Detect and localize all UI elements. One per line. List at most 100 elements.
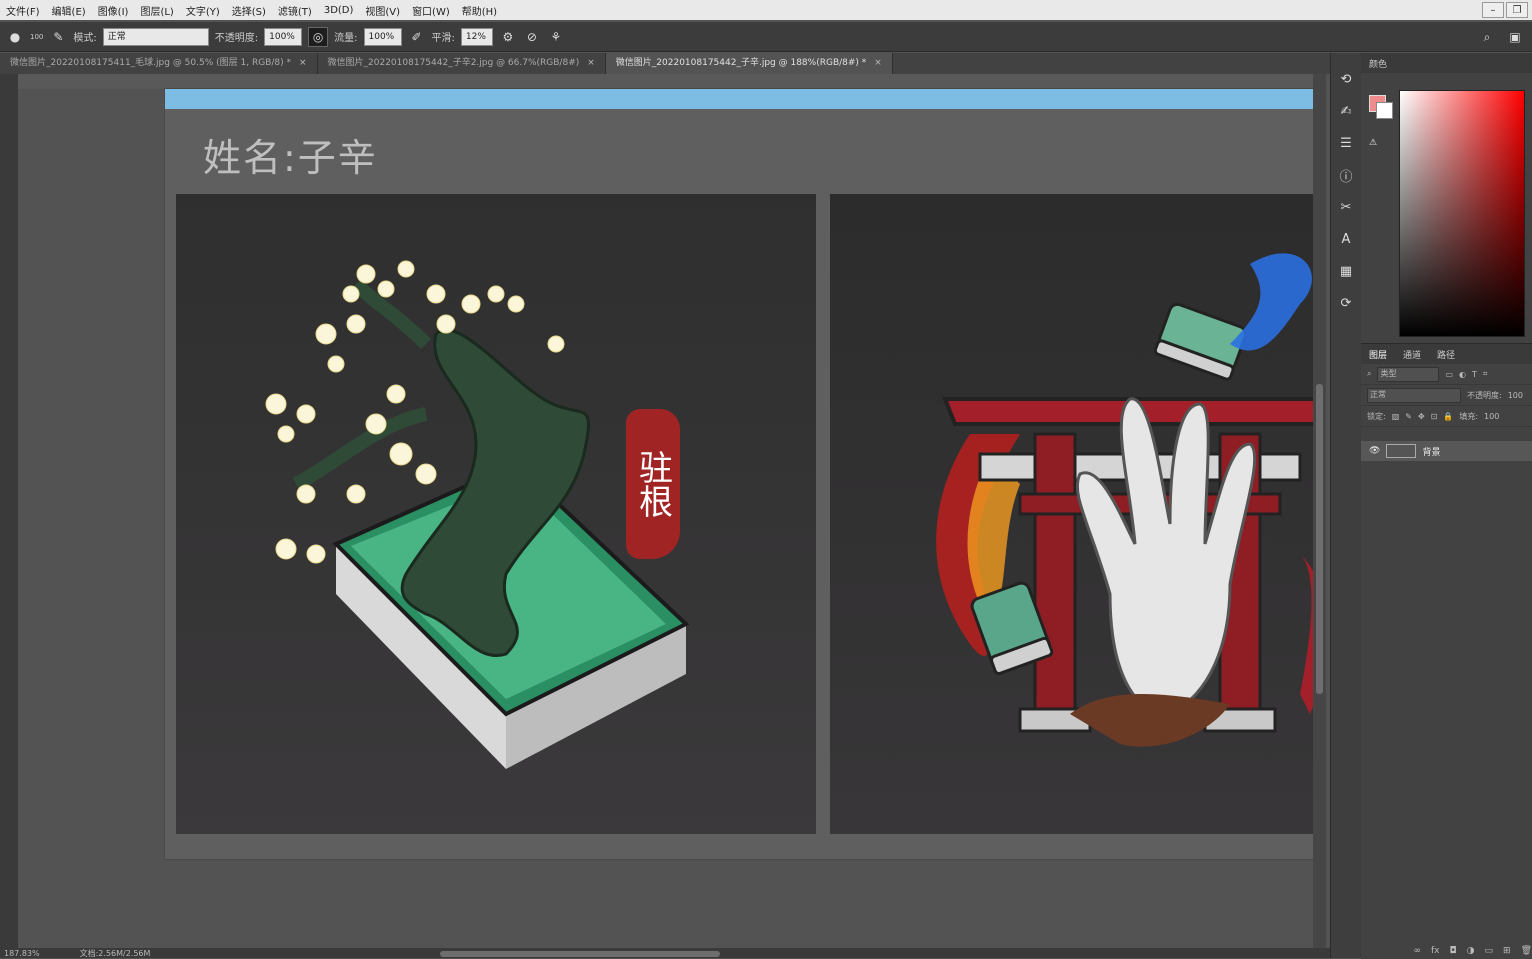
layer-opacity-label: 不透明度: — [1467, 390, 1502, 400]
brush-panel-icon[interactable]: ✎ — [49, 28, 67, 46]
gear-icon[interactable]: ⚙ — [499, 28, 517, 46]
history-icon[interactable]: ⟲ — [1331, 63, 1361, 95]
airbrush-icon[interactable]: ✐ — [408, 28, 426, 46]
vertical-ruler — [0, 74, 19, 950]
vertical-scrollbar[interactable] — [1313, 74, 1326, 950]
layers-panel: 图层 通道 路径 ⌕ 类型 ▭ ◐ T ⌗ 正常 不透明度: 100 锁定: ▨… — [1361, 343, 1532, 959]
scroll-thumb[interactable] — [1316, 384, 1323, 694]
menu-view[interactable]: 视图(V) — [359, 3, 406, 18]
background-color-swatch[interactable] — [1376, 102, 1393, 119]
adjustments-icon[interactable]: ☰ — [1331, 127, 1361, 159]
menu-filter[interactable]: 滤镜(T) — [272, 3, 318, 18]
tab-color[interactable]: 颜色 — [1369, 57, 1387, 70]
zoom-level[interactable]: 187.83% — [4, 949, 40, 958]
menu-file[interactable]: 文件(F) — [0, 3, 46, 18]
artwork-plum-blossom-tile: 驻根 — [176, 194, 816, 834]
brush-size-value[interactable]: 100 — [30, 33, 43, 41]
filter-pixel-icon[interactable]: ▭ — [1445, 370, 1453, 379]
name-title: 姓名:子辛 — [203, 136, 378, 180]
document-size: 文档:2.56M/2.56M — [79, 948, 151, 958]
blend-mode-select[interactable]: 正常 — [1367, 387, 1461, 403]
pressure-opacity-icon[interactable]: ◎ — [308, 26, 329, 47]
document-tab-active[interactable]: 微信图片_20220108175442_子辛.jpg @ 188%(RGB/8#… — [605, 53, 893, 74]
flow-input[interactable]: 100% — [363, 27, 402, 46]
close-icon[interactable]: × — [587, 58, 595, 68]
group-icon[interactable]: ▭ — [1485, 946, 1494, 956]
menu-edit[interactable]: 编辑(E) — [46, 3, 92, 18]
lock-transparent-icon[interactable]: ▨ — [1392, 412, 1400, 421]
menu-select[interactable]: 选择(S) — [226, 3, 272, 18]
document-canvas[interactable]: 姓名:子辛 驻根 — [165, 89, 1313, 859]
libraries-icon[interactable]: ⟳ — [1331, 287, 1361, 319]
filter-adjust-icon[interactable]: ◐ — [1459, 370, 1466, 379]
minimize-icon[interactable]: – — [1482, 2, 1504, 18]
opacity-label: 不透明度: — [214, 33, 259, 44]
document-tabs: 微信图片_20220108175411_毛球.jpg @ 50.5% (图层 1… — [0, 53, 1330, 74]
search-icon[interactable]: ⌕ — [1478, 28, 1496, 46]
mode-select[interactable]: 正常 — [102, 27, 209, 46]
fill-value[interactable]: 100 — [1484, 412, 1499, 421]
menu-image[interactable]: 图像(I) — [92, 3, 135, 18]
seal-stamp: 驻根 — [626, 409, 680, 559]
close-icon[interactable]: × — [874, 58, 882, 68]
tab-paths[interactable]: 路径 — [1437, 348, 1455, 361]
artwork-illustration-1 — [265, 260, 690, 769]
tab-channels[interactable]: 通道 — [1403, 348, 1421, 361]
filter-shape-icon[interactable]: ⌗ — [1483, 369, 1488, 379]
smooth-label: 平滑: — [431, 33, 455, 44]
brush-preset-icon[interactable]: ● — [6, 28, 24, 46]
lock-all-icon[interactable]: 🔒 — [1443, 412, 1453, 421]
visibility-eye-icon[interactable]: 👁 — [1369, 446, 1380, 456]
lock-paint-icon[interactable]: ✎ — [1405, 412, 1412, 421]
right-panel: 颜色 ⚠ 图层 通道 路径 ⌕ 类型 ▭ ◐ T ⌗ 正常 不透明度: 100 … — [1361, 53, 1532, 959]
artwork-illustration-2 — [936, 253, 1313, 747]
opacity-input[interactable]: 100% — [264, 27, 303, 46]
tab-layers[interactable]: 图层 — [1369, 348, 1387, 361]
menu-3d[interactable]: 3D(D) — [318, 5, 360, 16]
search-icon: ⌕ — [1367, 369, 1372, 378]
info-icon[interactable]: ⓘ — [1331, 159, 1361, 191]
menu-help[interactable]: 帮助(H) — [456, 3, 503, 18]
fill-label: 填充: — [1459, 411, 1479, 421]
flow-label: 流量: — [334, 33, 358, 44]
fx-icon[interactable]: fx — [1431, 946, 1440, 956]
menu-type[interactable]: 文字(Y) — [180, 3, 226, 18]
color-panel-tabs: 颜色 — [1361, 53, 1532, 73]
tool-presets-icon[interactable]: ✂ — [1331, 191, 1361, 223]
horizontal-scroll-thumb[interactable] — [440, 951, 720, 957]
artwork-torii-hand — [830, 194, 1313, 834]
lock-artboard-icon[interactable]: ⊡ — [1431, 412, 1438, 421]
horizontal-ruler — [18, 74, 1313, 89]
menu-window[interactable]: 窗口(W) — [406, 3, 456, 18]
workspace-icon[interactable]: ▣ — [1506, 28, 1524, 46]
trash-icon[interactable]: 🗑 — [1521, 946, 1532, 956]
symmetry-icon[interactable]: ⚘ — [547, 28, 565, 46]
layers-footer: ∞ fx ◘ ◑ ▭ ⊞ 🗑 — [1361, 943, 1532, 959]
brush-settings-icon[interactable]: ✍ — [1331, 95, 1361, 127]
menu-bar: 文件(F) 编辑(E) 图像(I) 图层(L) 文字(Y) 选择(S) 滤镜(T… — [0, 0, 1532, 20]
layer-row-background[interactable]: 👁 背景 — [1361, 441, 1532, 461]
gamut-warning-icon[interactable]: ⚠ — [1369, 138, 1377, 148]
layers-panel-tabs: 图层 通道 路径 — [1361, 344, 1532, 364]
blend-row: 正常 不透明度: 100 — [1361, 385, 1532, 406]
new-layer-icon[interactable]: ⊞ — [1503, 946, 1511, 956]
menu-layer[interactable]: 图层(L) — [134, 3, 179, 18]
close-icon[interactable]: × — [299, 58, 307, 68]
color-picker-field[interactable] — [1399, 90, 1525, 337]
document-tab[interactable]: 微信图片_20220108175442_子辛2.jpg @ 66.7%(RGB/… — [318, 53, 606, 74]
filter-type-icon[interactable]: T — [1472, 370, 1477, 379]
layer-filter-select[interactable]: 类型 — [1377, 366, 1440, 382]
pressure-size-icon[interactable]: ⊘ — [523, 28, 541, 46]
mask-icon[interactable]: ◘ — [1450, 946, 1457, 956]
link-icon[interactable]: ∞ — [1414, 946, 1422, 956]
properties-icon[interactable]: ▦ — [1331, 255, 1361, 287]
character-icon[interactable]: A — [1331, 223, 1361, 255]
restore-icon[interactable]: ❐ — [1506, 2, 1528, 18]
document-tab[interactable]: 微信图片_20220108175411_毛球.jpg @ 50.5% (图层 1… — [0, 53, 318, 74]
panel-icon-strip: ⟲ ✍ ☰ ⓘ ✂ A ▦ ⟳ — [1330, 53, 1362, 958]
smooth-input[interactable]: 12% — [460, 27, 493, 46]
lock-position-icon[interactable]: ✥ — [1418, 412, 1425, 421]
adjustment-icon[interactable]: ◑ — [1467, 946, 1475, 956]
options-bar: ● 100 ✎ 模式: 正常 不透明度: 100% ◎ 流量: 100% ✐ 平… — [0, 22, 1532, 52]
layer-opacity-value[interactable]: 100 — [1508, 391, 1523, 400]
